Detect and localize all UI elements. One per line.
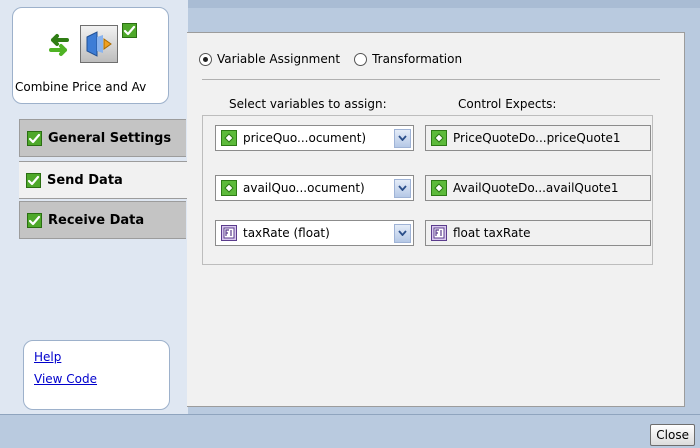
help-link[interactable]: Help xyxy=(34,350,61,364)
document-icon xyxy=(221,130,237,146)
select-variables-header: Select variables to assign: xyxy=(229,97,387,111)
footer-bar: Close xyxy=(0,414,700,448)
expected-type-price-quote: PriceQuoteDo...priceQuote1 xyxy=(425,125,651,151)
checkbox-checked-icon xyxy=(27,130,42,146)
mode-radio-group: Variable Assignment Transformation xyxy=(199,52,476,66)
expected-type-value: PriceQuoteDo...priceQuote1 xyxy=(453,131,621,145)
document-icon xyxy=(431,180,447,196)
checkbox-checked-icon xyxy=(27,212,42,228)
nav-item-send-data[interactable]: Send Data xyxy=(19,161,188,199)
nav-item-receive-data[interactable]: Receive Data xyxy=(19,201,186,239)
activity-icons xyxy=(43,23,153,63)
check-icon xyxy=(122,23,137,38)
separator xyxy=(202,79,660,80)
main-panel: Variable Assignment Transformation Selec… xyxy=(187,32,685,407)
nav-item-general-settings[interactable]: General Settings xyxy=(19,119,186,157)
chevron-down-icon[interactable] xyxy=(394,223,411,243)
links-card: Help View Code xyxy=(23,340,170,410)
document-icon xyxy=(221,180,237,196)
activity-card[interactable]: Combine Price and Av xyxy=(12,7,169,104)
float-type-icon xyxy=(431,225,447,241)
variable-select-avail-quote[interactable]: availQuo...ocument) xyxy=(215,175,414,201)
variable-select-value: priceQuo...ocument) xyxy=(243,131,367,145)
checkbox-checked-icon xyxy=(26,172,41,188)
assignment-group: priceQuo...ocument) PriceQuoteDo...price… xyxy=(202,115,653,265)
chevron-down-icon[interactable] xyxy=(394,128,411,148)
float-type-icon xyxy=(221,225,237,241)
close-button[interactable]: Close xyxy=(650,424,695,446)
expected-type-avail-quote: AvailQuoteDo...availQuote1 xyxy=(425,175,651,201)
variable-select-tax-rate[interactable]: taxRate (float) xyxy=(215,220,414,246)
radio-transformation[interactable] xyxy=(354,52,368,66)
expected-type-value: float taxRate xyxy=(453,226,531,240)
variable-select-value: taxRate (float) xyxy=(243,226,330,240)
chevron-down-icon[interactable] xyxy=(394,178,411,198)
nav-item-label: General Settings xyxy=(48,130,172,146)
swap-arrows-icon xyxy=(49,34,69,56)
radio-label-transformation[interactable]: Transformation xyxy=(372,52,462,66)
nav-item-label: Receive Data xyxy=(48,212,145,228)
control-expects-header: Control Expects: xyxy=(458,97,557,111)
activity-label: Combine Price and Av xyxy=(15,80,147,94)
variable-select-price-quote[interactable]: priceQuo...ocument) xyxy=(215,125,414,151)
nav-item-label: Send Data xyxy=(47,172,123,188)
view-code-link[interactable]: View Code xyxy=(34,372,97,386)
radio-variable-assignment[interactable] xyxy=(199,52,212,66)
expected-type-value: AvailQuoteDo...availQuote1 xyxy=(453,181,619,195)
expected-type-tax-rate: float taxRate xyxy=(425,220,651,246)
variable-select-value: availQuo...ocument) xyxy=(243,181,365,195)
document-icon xyxy=(431,130,447,146)
radio-label-variable-assignment[interactable]: Variable Assignment xyxy=(217,52,340,66)
component-icon xyxy=(80,25,118,63)
